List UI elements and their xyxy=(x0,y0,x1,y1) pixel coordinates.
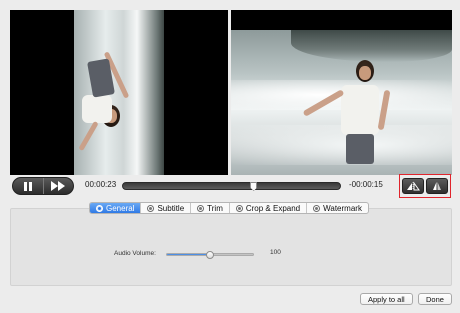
fast-forward-icon xyxy=(51,181,66,191)
tab-label: Crop & Expand xyxy=(245,203,301,213)
tab-label: Trim xyxy=(207,203,223,213)
flip-buttons-highlight xyxy=(399,174,451,198)
pause-icon xyxy=(23,181,32,191)
trim-tab-icon xyxy=(197,204,205,212)
timeline-thumb[interactable] xyxy=(250,182,258,191)
crop-tab-icon xyxy=(235,204,243,212)
tab-watermark[interactable]: Watermark xyxy=(306,203,368,213)
timeline-slider[interactable] xyxy=(122,182,341,191)
audio-volume-fill xyxy=(167,254,210,255)
rotated-video-frame xyxy=(74,10,164,175)
audio-volume-value: 100 xyxy=(270,249,281,256)
general-tab-icon xyxy=(96,204,103,212)
remaining-time: -00:00:15 xyxy=(349,180,383,189)
flip-horizontal-button[interactable] xyxy=(402,178,424,194)
settings-tabs: General Subtitle Trim Crop & Expand Wate… xyxy=(89,202,369,214)
video-editor-window: 00:00:23 -00:00:15 General Subtitle Trim… xyxy=(0,0,460,313)
tab-crop-expand[interactable]: Crop & Expand xyxy=(228,203,306,213)
settings-panel xyxy=(10,208,452,286)
done-button[interactable]: Done xyxy=(418,293,452,305)
tab-general[interactable]: General xyxy=(90,203,141,213)
playback-controls: 00:00:23 -00:00:15 xyxy=(10,174,452,198)
tab-label: General xyxy=(106,203,135,213)
audio-volume-thumb[interactable] xyxy=(206,251,214,259)
pause-button[interactable] xyxy=(13,178,43,194)
tab-label: Watermark xyxy=(323,203,362,213)
tab-trim[interactable]: Trim xyxy=(190,203,229,213)
tab-subtitle[interactable]: Subtitle xyxy=(140,203,190,213)
tab-label: Subtitle xyxy=(157,203,185,213)
fast-forward-button[interactable] xyxy=(42,178,74,194)
subtitle-tab-icon xyxy=(147,204,155,212)
original-preview xyxy=(10,10,228,175)
output-preview xyxy=(231,10,452,175)
audio-volume-label: Audio Volume: xyxy=(114,250,156,257)
flip-vertical-button[interactable] xyxy=(426,178,448,194)
audio-volume-slider[interactable] xyxy=(166,251,254,259)
flip-horizontal-icon xyxy=(407,181,420,191)
output-video-frame xyxy=(231,30,452,175)
flip-vertical-icon xyxy=(433,182,441,190)
transport-buttons xyxy=(12,177,74,195)
apply-to-all-button[interactable]: Apply to all xyxy=(360,293,413,305)
watermark-tab-icon xyxy=(313,204,321,212)
current-time: 00:00:23 xyxy=(85,180,117,189)
